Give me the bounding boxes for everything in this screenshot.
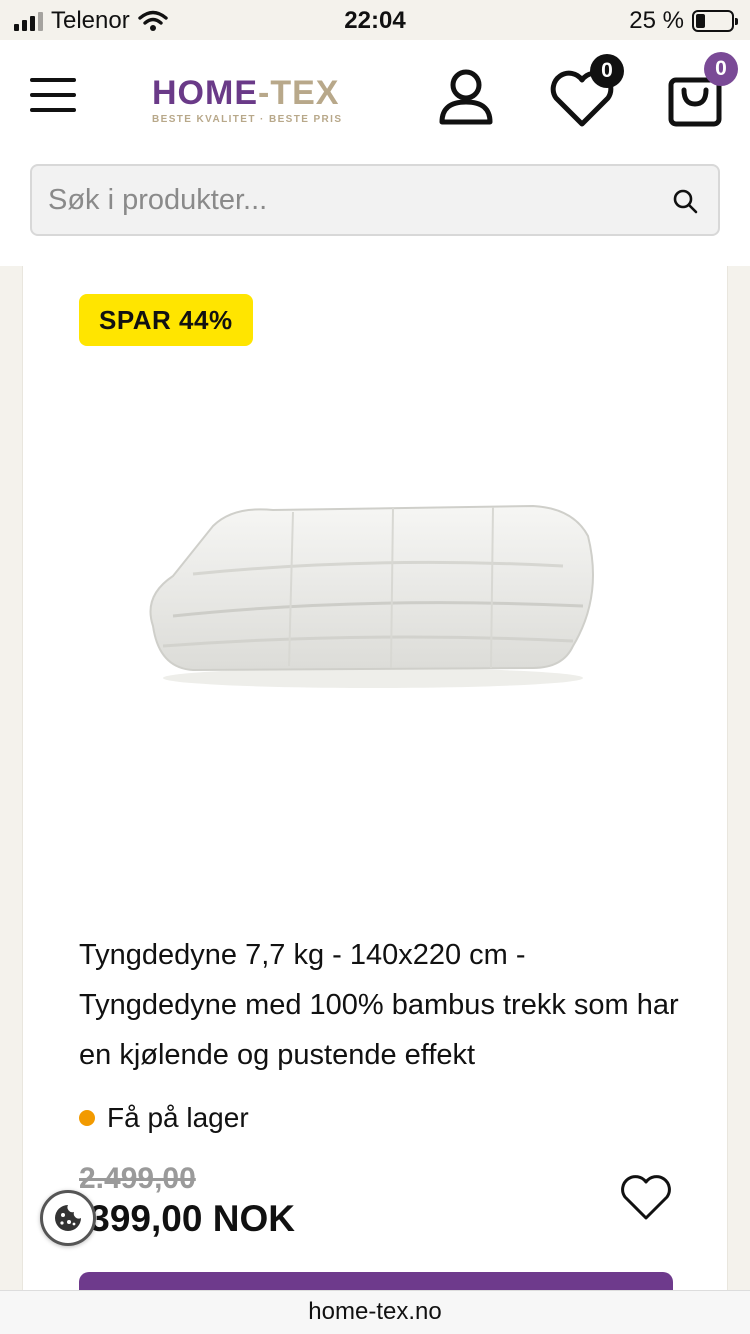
- add-to-wishlist-heart-icon[interactable]: [619, 1174, 673, 1222]
- current-price: .399,00 NOK: [79, 1198, 295, 1239]
- cookie-icon: [55, 1205, 81, 1231]
- browser-url-bar[interactable]: home-tex.no: [0, 1290, 750, 1334]
- sale-badge: SPAR 44%: [79, 294, 253, 346]
- product-title[interactable]: Tyngdedyne 7,7 kg - 140x220 cm - Tyngded…: [79, 930, 679, 1080]
- stock-label: Få på lager: [107, 1102, 249, 1133]
- search-icon[interactable]: [672, 188, 698, 214]
- stock-dot-icon: [79, 1110, 95, 1126]
- wishlist-count-badge: 0: [590, 54, 624, 88]
- url-text: home-tex.no: [308, 1298, 442, 1325]
- battery-group: 25 %: [629, 7, 738, 35]
- logo-tagline: BESTE KVALITET · BESTE PRIS: [152, 114, 343, 125]
- product-card: SPAR 44% Tyngdedyne 7,7 kg - 140x220 cm …: [22, 266, 728, 1332]
- search-input[interactable]: [48, 166, 648, 234]
- battery-percent: 25 %: [629, 7, 684, 34]
- search-bar: [30, 164, 720, 236]
- cookie-settings-button[interactable]: [40, 1190, 96, 1246]
- battery-icon: [692, 10, 738, 32]
- product-image[interactable]: [133, 446, 613, 706]
- site-header: HOME-TEX BESTE KVALITET · BESTE PRIS 0 0: [0, 40, 750, 266]
- status-bar: Telenor 22:04 25 %: [0, 0, 750, 40]
- site-logo[interactable]: HOME-TEX BESTE KVALITET · BESTE PRIS: [152, 74, 348, 125]
- logo-wordmark: HOME-TEX: [152, 74, 340, 112]
- user-icon[interactable]: [438, 68, 494, 126]
- stock-status: Få på lager: [79, 1102, 249, 1134]
- menu-icon[interactable]: [30, 78, 76, 114]
- cart-count-badge: 0: [704, 52, 738, 86]
- old-price: 2.499,00: [79, 1162, 196, 1195]
